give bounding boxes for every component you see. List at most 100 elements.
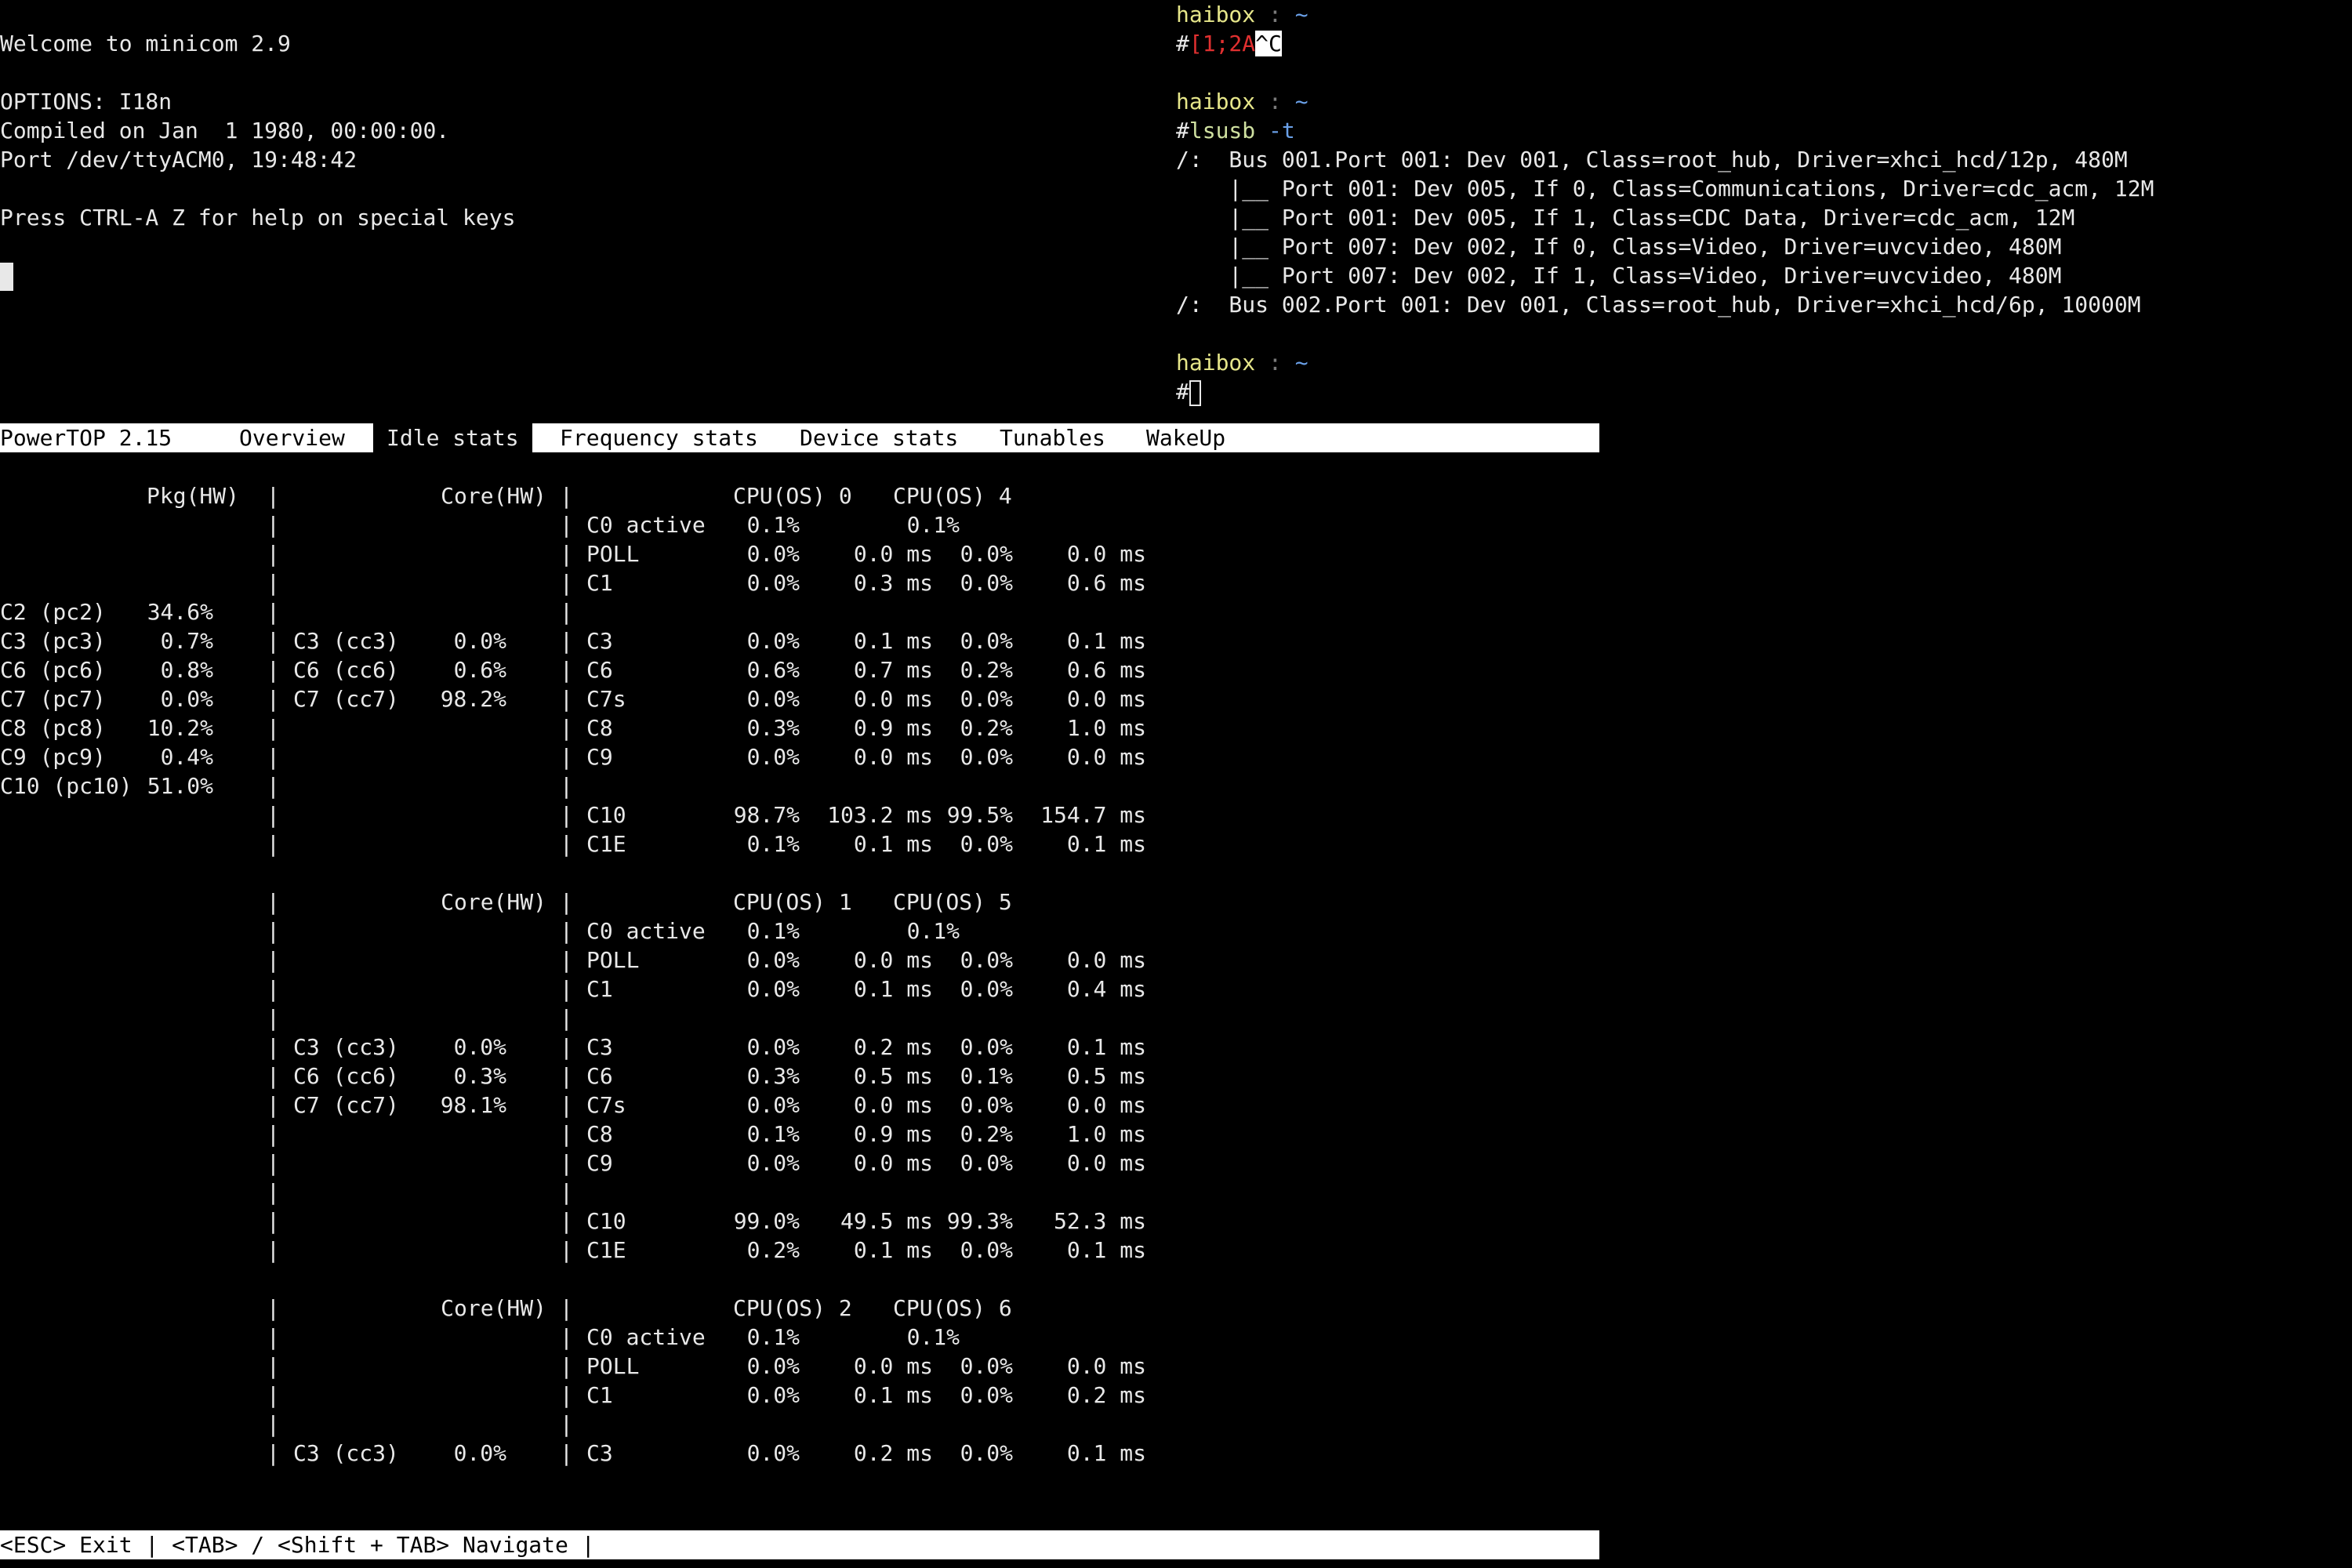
cstate-name: C9 [586,744,613,770]
shell-pane[interactable]: haibox : ~ #[1;2A^C haibox : ~ #lsusb -t… [1176,0,2352,423]
cstate-value: 0.3% [746,715,800,741]
cstate-time: 0.1 ms [853,1382,933,1408]
core-value: 98.1% [440,1092,506,1118]
cpu-label: CPU(OS) [733,483,826,509]
cpu-label: CPU(OS) [893,483,986,509]
cstate-value: 0.0% [960,1092,1013,1118]
cstate-value: 99.3% [946,1208,1013,1234]
column-separator: | [560,1208,573,1234]
cstate-value: 0.0% [960,628,1013,654]
pkg-value: 0.4% [160,744,213,770]
prompt-separator: : [1269,89,1282,114]
cpu-id: 4 [998,483,1012,509]
column-separator: | [267,657,280,683]
column-separator: | [560,512,573,538]
cstate-time: 0.3 ms [853,570,933,596]
cstate-value: 0.0% [746,1353,800,1379]
cstate-time: 0.0 ms [853,1353,933,1379]
column-separator: | [267,1150,280,1176]
column-separator: | [560,541,573,567]
column-separator: | [560,483,573,509]
cstate-value: 0.0% [746,1382,800,1408]
shell-input-3[interactable]: # [1176,377,1201,406]
core-value: 98.2% [440,686,506,712]
column-separator: | [560,947,573,973]
cstate-time: 0.9 ms [853,1121,933,1147]
cstate-time: 0.0 ms [1066,1353,1146,1379]
minicom-cursor [0,261,13,291]
cstate-time: 49.5 ms [840,1208,933,1234]
minicom-compiled: Compiled on Jan 1 1980, 00:00:00. [0,118,450,143]
core-state: C7 (cc7) [293,686,399,712]
powertop-pane[interactable]: PowerTOP 2.15 Overview Idle stats Freque… [0,423,1599,1568]
pkg-state: C10 (pc10) [0,773,132,799]
prompt-separator: : [1269,350,1282,376]
cstate-name: C10 [586,802,626,828]
column-separator: | [560,686,573,712]
cstate-time: 0.1 ms [1066,1034,1146,1060]
cstate-value: 0.0% [960,570,1013,596]
cstate-name: C1E [586,1237,626,1263]
column-separator: | [560,773,573,799]
minicom-options: OPTIONS: I18n [0,89,172,114]
prompt-host: haibox [1176,350,1256,376]
cstate-value: 99.5% [946,802,1013,828]
pkg-state: C8 (pc8) [0,715,106,741]
minicom-pane[interactable]: Welcome to minicom 2.9 OPTIONS: I18n Com… [0,0,1145,423]
column-separator: | [560,744,573,770]
column-separator: | [267,628,280,654]
cstate-time: 0.1 ms [853,976,933,1002]
cstate-name: C3 [586,628,613,654]
core-state: C6 (cc6) [293,1063,399,1089]
cstate-value: 0.1% [906,512,960,538]
command-flag: -t [1269,118,1295,143]
cstate-time: 0.0 ms [853,947,933,973]
column-separator: | [560,1382,573,1408]
cstate-value: 0.0% [960,744,1013,770]
cstate-name: C7s [586,1092,626,1118]
cstate-name: C3 [586,1440,613,1466]
cpu-header: CPU(OS) 0 [733,481,852,510]
core-header: Core(HW) [441,889,546,915]
powertop-footer: <ESC> Exit | <TAB> / <Shift + TAB> Navig… [0,1530,1599,1559]
column-separator: | [267,1382,280,1408]
prompt-symbol: # [1176,379,1189,405]
cstate-time: 0.1 ms [1066,628,1146,654]
prompt-symbol: # [1176,118,1189,143]
minicom-help: Press CTRL-A Z for help on special keys [0,205,516,230]
shell-input-1: #[1;2A^C [1176,29,1282,58]
core-header: Core(HW) [441,1295,546,1321]
cpu-id: 1 [838,889,852,915]
column-separator: | [267,1179,280,1205]
cstate-time: 0.2 ms [1066,1382,1146,1408]
cpu-label: CPU(OS) [733,889,826,915]
pkg-state: C9 (pc9) [0,744,106,770]
cstate-time: 0.0 ms [1066,744,1146,770]
minicom-port: Port /dev/ttyACM0, 19:48:42 [0,147,358,172]
cstate-value: 0.0% [960,686,1013,712]
cstate-value: 0.0% [746,628,800,654]
column-separator: | [560,1063,573,1089]
column-separator: | [267,889,280,915]
column-separator: | [267,512,280,538]
cstate-name: POLL [586,947,640,973]
cstate-time: 0.0 ms [853,541,933,567]
cpu-header: CPU(OS) 2 [733,1294,852,1323]
column-separator: | [267,976,280,1002]
command-text: lsusb [1189,118,1256,143]
cstate-time: 0.0 ms [853,744,933,770]
column-separator: | [560,1324,573,1350]
cstate-time: 0.0 ms [1066,1092,1146,1118]
cstate-time: 0.9 ms [853,715,933,741]
cstate-value: 0.0% [960,831,1013,857]
minicom-welcome: Welcome to minicom 2.9 [0,31,291,56]
cursor-hollow-icon [1189,379,1201,406]
column-separator: | [267,918,280,944]
pkg-value: 0.0% [160,686,213,712]
cstate-value: 0.0% [746,541,800,567]
pkg-state: C3 (pc3) [0,628,106,654]
core-state: C7 (cc7) [293,1092,399,1118]
cursor-block-icon [0,263,13,291]
column-separator: | [560,831,573,857]
cpu-label: CPU(OS) [733,1295,826,1321]
